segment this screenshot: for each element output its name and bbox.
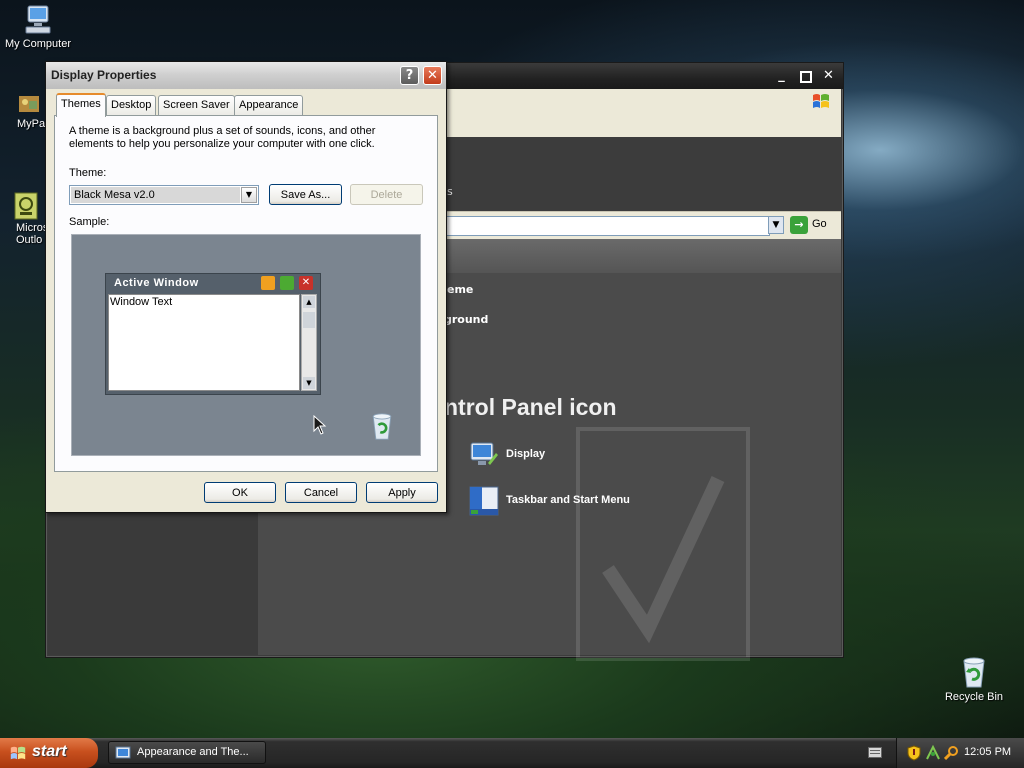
desktop-icon-label: Micros Outlo xyxy=(16,222,49,246)
dialog-titlebar[interactable]: Display Properties ? ✕ xyxy=(46,62,446,89)
apply-button[interactable]: Apply xyxy=(366,482,438,503)
go-arrow-icon: → xyxy=(790,216,808,234)
desktop-icon-my-computer[interactable]: My Computer xyxy=(0,4,80,50)
partial-text-3[interactable]: ground xyxy=(444,313,488,326)
theme-preview: Active Window ✕ Window Text ▲ ▼ xyxy=(71,234,421,456)
dialog-title: Display Properties xyxy=(51,68,157,82)
search-icon[interactable] xyxy=(943,745,960,761)
close-button[interactable]: ✕ xyxy=(423,66,442,85)
scroll-down-icon: ▼ xyxy=(303,377,315,389)
tab-desktop[interactable]: Desktop xyxy=(106,95,157,115)
start-button[interactable]: start xyxy=(0,738,98,768)
sample-recycle-bin-icon xyxy=(368,411,396,441)
desktop-icon-label: My Computer xyxy=(4,38,72,50)
sample-window-text: Window Text xyxy=(110,296,173,308)
themes-panel: A theme is a background plus a set of so… xyxy=(54,115,438,472)
sample-maximize-icon xyxy=(280,276,294,290)
desktop-icon-label: MyPa xyxy=(17,118,46,130)
address-dropdown-button[interactable]: ▼ xyxy=(768,216,784,234)
desktop: My Computer MyPa Micros Outlo Recycle Bi… xyxy=(0,0,1024,738)
sample-close-icon: ✕ xyxy=(299,276,313,290)
cancel-button[interactable]: Cancel xyxy=(285,482,357,503)
pictures-folder-icon xyxy=(17,92,41,116)
sample-scrollbar: ▲ ▼ xyxy=(301,294,317,391)
scroll-thumb xyxy=(303,312,315,328)
go-label: Go xyxy=(812,218,827,230)
clock[interactable]: 12:05 PM xyxy=(964,746,1011,758)
minimize-button[interactable]: _ xyxy=(772,68,791,85)
chevron-down-icon[interactable]: ▼ xyxy=(241,187,257,203)
display-icon xyxy=(468,439,500,471)
taskbar-label: Taskbar and Start Menu xyxy=(506,494,630,506)
control-panel-item-display[interactable]: Display xyxy=(468,439,728,473)
pick-icon-heading: ntrol Panel icon xyxy=(444,394,617,420)
outlook-icon xyxy=(14,180,38,220)
network-icon[interactable] xyxy=(925,744,941,761)
close-button[interactable]: ✕ xyxy=(819,68,838,85)
start-label: start xyxy=(32,743,67,760)
desktop-icon-recycle-bin[interactable]: Recycle Bin xyxy=(932,655,1016,703)
tab-screen-saver[interactable]: Screen Saver xyxy=(158,95,235,115)
windows-logo-icon xyxy=(811,91,831,111)
tab-appearance[interactable]: Appearance xyxy=(234,95,304,115)
theme-select[interactable]: Black Mesa v2.0 ▼ xyxy=(69,185,259,205)
sample-label: Sample: xyxy=(69,216,110,228)
keyboard-icon[interactable] xyxy=(868,747,882,758)
partial-text-1: s xyxy=(447,185,453,198)
taskbar-button-label: Appearance and The... xyxy=(137,746,249,758)
security-shield-icon[interactable] xyxy=(907,745,921,761)
mouse-cursor-icon xyxy=(313,415,327,435)
delete-button[interactable]: Delete xyxy=(350,184,423,205)
tab-themes[interactable]: Themes xyxy=(56,93,106,117)
desktop-icon-label: Recycle Bin xyxy=(944,691,1004,703)
partial-text-2[interactable]: eme xyxy=(447,283,473,296)
system-tray: 12:05 PM xyxy=(896,738,1024,768)
control-panel-icon xyxy=(115,745,131,761)
help-button[interactable]: ? xyxy=(400,66,419,85)
control-panel-item-taskbar[interactable]: Taskbar and Start Menu xyxy=(468,485,728,519)
display-properties-dialog[interactable]: Display Properties ? ✕ Themes Desktop Sc… xyxy=(45,61,447,513)
taskbar: start Appearance and The... 12:05 PM xyxy=(0,738,1024,768)
theme-label: Theme: xyxy=(69,167,107,179)
scroll-up-icon: ▲ xyxy=(303,296,315,308)
address-input[interactable] xyxy=(446,216,770,236)
windows-logo-icon xyxy=(8,744,28,762)
maximize-button[interactable] xyxy=(796,68,815,85)
theme-description: A theme is a background plus a set of so… xyxy=(69,125,376,150)
display-label: Display xyxy=(506,448,546,460)
sample-window-title: Active Window xyxy=(114,277,199,289)
theme-select-value: Black Mesa v2.0 xyxy=(74,189,155,201)
sample-minimize-icon xyxy=(261,276,275,290)
sample-active-window: Active Window ✕ Window Text ▲ ▼ xyxy=(105,273,321,395)
ok-button[interactable]: OK xyxy=(204,482,276,503)
taskbar-icon xyxy=(468,485,500,517)
my-computer-icon xyxy=(22,4,54,36)
sample-window-body: Window Text xyxy=(108,294,300,391)
recycle-bin-icon xyxy=(958,655,990,689)
taskbar-button-appearance[interactable]: Appearance and The... xyxy=(108,741,266,764)
save-as-button[interactable]: Save As... xyxy=(269,184,342,205)
go-button[interactable]: → Go xyxy=(790,215,830,235)
